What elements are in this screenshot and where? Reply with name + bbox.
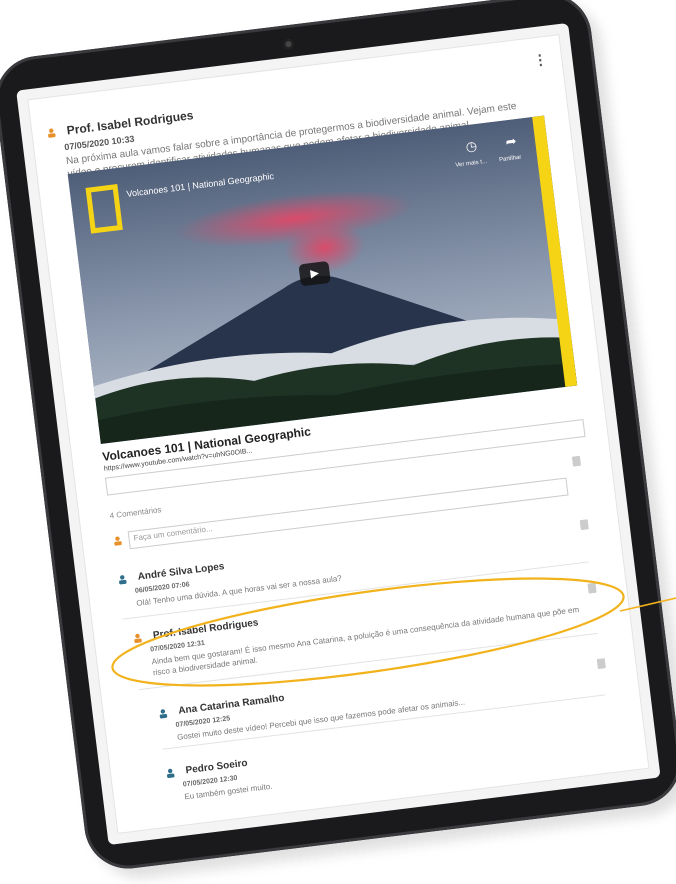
comment-input-placeholder: Faça um comentário... — [132, 524, 214, 543]
user-icon — [167, 768, 175, 778]
more-options-icon[interactable]: ⋮ — [532, 51, 548, 70]
share-icon[interactable]: ➦ — [502, 133, 520, 151]
comment-text: Eu também gostei muito. — [183, 781, 273, 802]
clock-icon[interactable]: ◷ — [462, 138, 480, 156]
user-icon — [48, 128, 56, 138]
post-card: ⋮ Prof. Isabel Rodrigues 07/05/2020 10:3… — [27, 34, 650, 834]
delete-icon[interactable] — [571, 455, 582, 467]
national-geographic-logo — [85, 184, 123, 234]
delete-icon[interactable] — [596, 658, 606, 670]
camera-icon — [282, 38, 295, 50]
video-player[interactable]: Volcanoes 101 | National Geographic ◷ Ve… — [67, 115, 578, 445]
screen: ⋮ Prof. Isabel Rodrigues 07/05/2020 10:3… — [16, 22, 661, 846]
user-icon — [134, 633, 142, 643]
delete-icon[interactable] — [587, 582, 597, 594]
delete-icon[interactable] — [579, 519, 589, 531]
user-icon — [159, 709, 168, 719]
user-icon — [119, 574, 127, 585]
play-button[interactable]: ▶ — [298, 260, 331, 287]
user-icon — [114, 536, 122, 546]
tablet-device: ⋮ Prof. Isabel Rodrigues 07/05/2020 10:3… — [0, 0, 676, 874]
comment-author[interactable]: Pedro Soeiro — [185, 758, 248, 777]
comments-count[interactable]: 4 Comentários — [109, 505, 162, 520]
